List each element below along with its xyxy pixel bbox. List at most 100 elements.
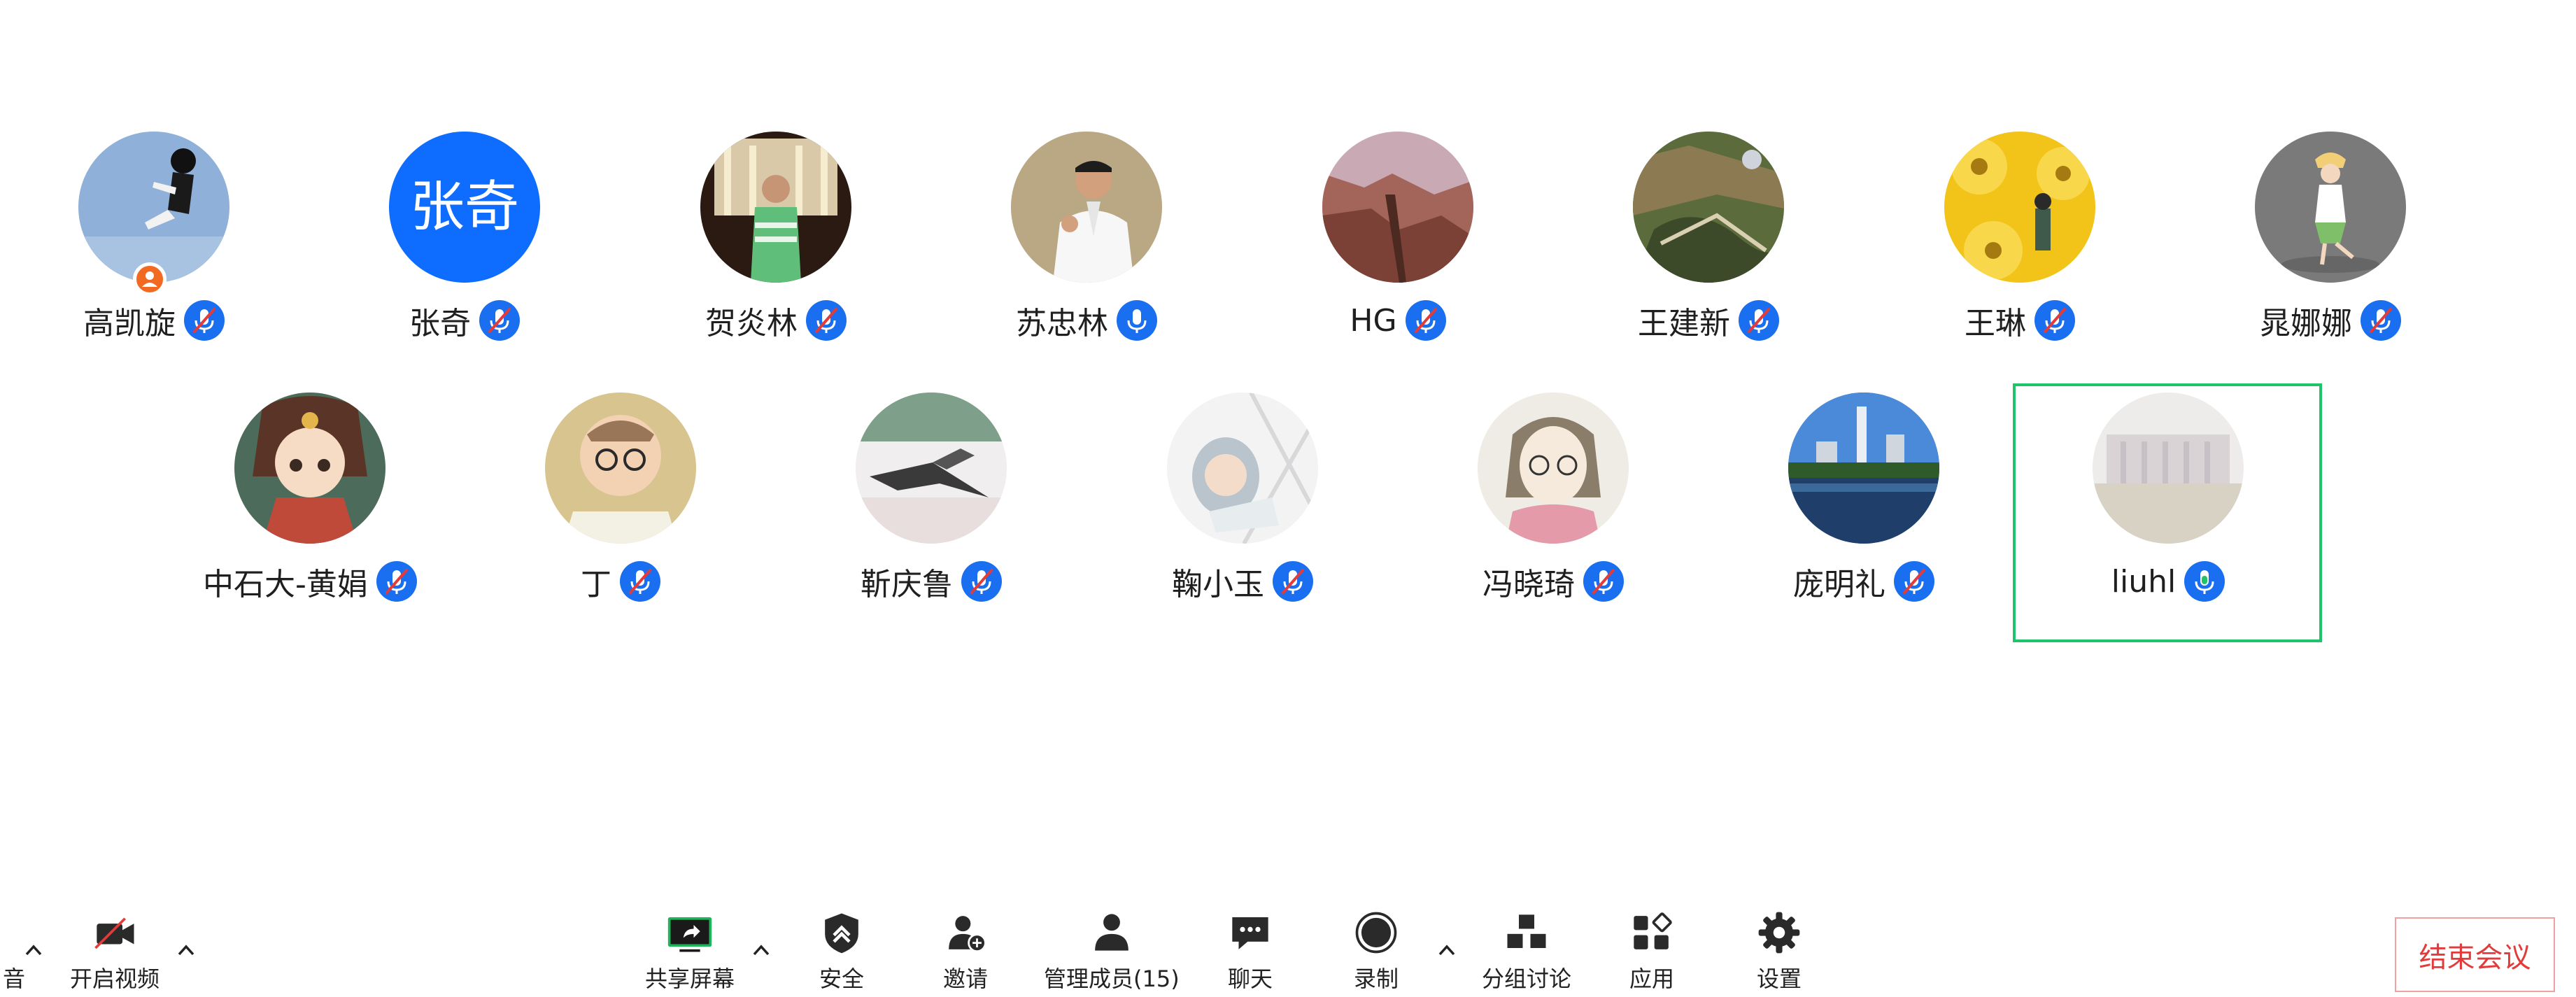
participant-label: 苏忠林 — [933, 297, 1240, 344]
record-label: 录制 — [1353, 966, 1399, 992]
participant-tile[interactable]: 冯晓琦 — [1399, 390, 1707, 628]
participant-name: 苏忠林 — [1016, 306, 1108, 341]
settings-label: 设置 — [1756, 966, 1802, 992]
breakout-rooms-button[interactable]: 分组讨论 — [1482, 910, 1571, 994]
participant-tile[interactable]: 丁 — [467, 390, 774, 628]
mic-muted-icon[interactable] — [961, 561, 1002, 602]
participant-tile[interactable]: 苏忠林 — [933, 129, 1240, 367]
avatar — [1011, 132, 1162, 283]
participant-tile[interactable]: 靳庆鲁 — [777, 390, 1085, 628]
avatar — [1944, 132, 2095, 283]
participants-icon — [1095, 914, 1128, 951]
participant-name: 中石大-黄娟 — [203, 567, 368, 602]
start-video-label: 开启视频 — [70, 966, 160, 992]
participant-label: 晁娜娜 — [2177, 297, 2484, 344]
start-video-button[interactable]: 开启视频 — [70, 910, 160, 994]
record-options-caret[interactable] — [1434, 938, 1459, 963]
participant-label: 王建新 — [1555, 297, 1862, 344]
participant-tile[interactable]: 庞明礼 — [1710, 390, 2018, 628]
shield-icon — [825, 913, 858, 954]
participant-tile[interactable]: 中石大-黄娟 — [156, 390, 464, 628]
avatar — [545, 393, 696, 544]
audio-options-caret[interactable] — [21, 938, 46, 963]
apps-label: 应用 — [1629, 966, 1674, 992]
participant-tile[interactable]: 王琳 — [1866, 129, 2174, 367]
mic-muted-icon[interactable] — [376, 561, 417, 602]
participant-name: 王建新 — [1638, 306, 1730, 341]
add-user-icon — [949, 916, 986, 952]
avatar: 张奇 — [389, 132, 540, 283]
participant-label: 丁 — [467, 558, 774, 604]
mic-muted-icon[interactable] — [479, 300, 520, 341]
gear-icon — [1758, 912, 1800, 954]
participant-name: 贺炎林 — [705, 306, 798, 341]
participant-tile[interactable]: 贺炎林 — [622, 129, 930, 367]
chat-label: 聊天 — [1227, 966, 1273, 992]
mic-muted-icon[interactable] — [184, 300, 225, 341]
share-screen-label: 共享屏幕 — [645, 966, 735, 992]
participant-label: 靳庆鲁 — [777, 558, 1085, 604]
share-options-caret[interactable] — [749, 938, 774, 963]
mic-muted-icon[interactable] — [1894, 561, 1934, 602]
mic-muted-icon[interactable] — [1273, 561, 1313, 602]
security-label: 安全 — [819, 966, 864, 992]
participant-name: 王琳 — [1965, 306, 2026, 341]
participant-name: 庞明礼 — [1793, 567, 1885, 602]
mic-muted-icon[interactable] — [2034, 300, 2075, 341]
participant-tile[interactable]: 王建新 — [1555, 129, 1862, 367]
breakout-rooms-icon — [1507, 914, 1546, 948]
participant-label: 鞠小玉 — [1089, 558, 1396, 604]
avatar-initials: 张奇 — [409, 176, 519, 239]
avatar — [1478, 393, 1629, 544]
share-screen-button[interactable]: 共享屏幕 — [645, 910, 735, 994]
meeting-toolbar: 音 开启视频 共享屏幕 安全 邀请 管理成员(15) 聊天 录制 分组讨论 应用… — [0, 903, 2576, 997]
mic-icon[interactable] — [1117, 300, 1157, 341]
security-button[interactable]: 安全 — [814, 910, 870, 994]
participant-row-1: 高凯旋 张奇 张奇 贺炎林 苏忠林 HG 王建新 王琳 晁娜娜 — [0, 129, 2576, 367]
participant-name: 冯晓琦 — [1482, 567, 1575, 602]
avatar — [78, 132, 229, 283]
participant-name: 鞠小玉 — [1172, 567, 1264, 602]
participant-name: HG — [1350, 302, 1397, 339]
share-screen-icon — [667, 917, 712, 952]
invite-label: 邀请 — [942, 966, 988, 992]
participant-name: 高凯旋 — [83, 306, 176, 341]
chat-button[interactable]: 聊天 — [1222, 910, 1278, 994]
participant-label: 贺炎林 — [622, 297, 930, 344]
participant-name: 丁 — [581, 567, 611, 602]
settings-button[interactable]: 设置 — [1751, 910, 1807, 994]
avatar — [700, 132, 851, 283]
mic-muted-icon[interactable] — [1583, 561, 1624, 602]
participant-tile[interactable]: 鞠小玉 — [1089, 390, 1396, 628]
avatar — [1167, 393, 1318, 544]
mic-muted-icon[interactable] — [620, 561, 660, 602]
record-button[interactable]: 录制 — [1348, 910, 1404, 994]
participant-label: 冯晓琦 — [1399, 558, 1707, 604]
mic-muted-icon[interactable] — [1405, 300, 1446, 341]
mic-muted-icon[interactable] — [806, 300, 847, 341]
end-meeting-button[interactable]: 结束会议 — [2395, 917, 2555, 992]
mic-muted-icon[interactable] — [2361, 300, 2401, 341]
participant-label: 王琳 — [1866, 297, 2174, 344]
apps-button[interactable]: 应用 — [1624, 910, 1680, 994]
audio-label: 音 — [2, 966, 25, 992]
participant-tile[interactable]: 高凯旋 — [0, 129, 308, 367]
participant-tile[interactable]: HG — [1244, 129, 1552, 367]
video-off-icon — [94, 917, 134, 949]
avatar — [1633, 132, 1784, 283]
record-icon — [1355, 912, 1397, 954]
invite-button[interactable]: 邀请 — [937, 910, 993, 994]
manage-participants-button[interactable]: 管理成员(15) — [1044, 910, 1180, 994]
participant-label: 高凯旋 — [0, 297, 308, 344]
participant-name: 晁娜娜 — [2260, 306, 2352, 341]
participant-label: HG — [1244, 297, 1552, 344]
video-options-caret[interactable] — [174, 938, 199, 963]
participant-name: 张奇 — [409, 306, 471, 341]
active-speaker-frame — [2013, 383, 2322, 642]
participant-tile[interactable]: 张奇 张奇 — [311, 129, 618, 367]
participant-label: 庞明礼 — [1710, 558, 2018, 604]
participant-tile[interactable]: 晁娜娜 — [2177, 129, 2484, 367]
avatar — [856, 393, 1007, 544]
mic-muted-icon[interactable] — [1739, 300, 1779, 341]
participant-label: 张奇 — [311, 297, 618, 344]
